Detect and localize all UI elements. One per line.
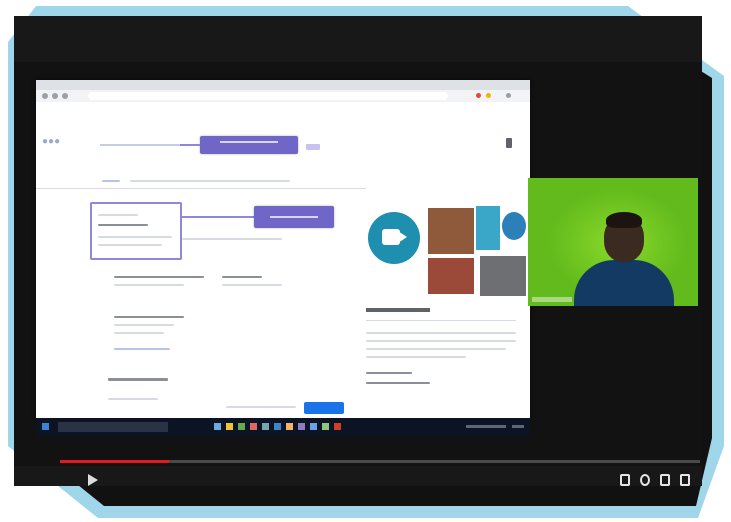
sitelink-text — [114, 324, 174, 326]
result-snippet — [182, 238, 282, 240]
gear-icon[interactable] — [640, 474, 650, 486]
sitelink-text — [114, 284, 184, 286]
panel-fact — [366, 372, 412, 374]
menu-icon[interactable] — [506, 93, 511, 98]
browser-address-bar[interactable] — [36, 90, 530, 102]
url-input[interactable] — [88, 92, 448, 100]
blue-action-button[interactable] — [304, 402, 344, 414]
extension-icon[interactable] — [486, 93, 491, 98]
question-item[interactable] — [108, 398, 158, 400]
app-icon[interactable] — [226, 423, 233, 430]
miniplayer-icon[interactable] — [660, 474, 670, 486]
people-also-ask-heading — [108, 378, 168, 381]
sitelink[interactable] — [222, 276, 262, 278]
progress-played — [60, 460, 169, 463]
highlighted-result[interactable] — [90, 202, 182, 260]
presenter-hair — [606, 212, 642, 228]
result-snippet — [98, 244, 162, 246]
image-thumbnail[interactable] — [428, 208, 474, 254]
sitelink[interactable] — [114, 316, 184, 318]
google-logo-icon[interactable]: ●●● — [42, 136, 60, 147]
image-thumbnail[interactable] — [428, 258, 474, 294]
sitelink-text — [222, 284, 282, 286]
back-icon[interactable] — [42, 93, 48, 99]
app-icon[interactable] — [262, 423, 269, 430]
sitelink-text — [114, 332, 164, 334]
system-tray[interactable] — [466, 425, 506, 428]
windows-taskbar — [36, 418, 530, 436]
more-results-link[interactable] — [114, 348, 170, 350]
results-tab[interactable] — [102, 180, 120, 182]
search-tabs[interactable] — [130, 180, 290, 182]
clock — [512, 425, 524, 428]
taskbar-search[interactable] — [58, 422, 168, 432]
divider — [366, 320, 516, 321]
sitelink[interactable] — [114, 276, 204, 278]
footer-text — [226, 406, 296, 408]
result-snippet — [98, 236, 172, 238]
image-thumbnail[interactable] — [476, 206, 500, 250]
account-icon[interactable] — [506, 138, 512, 148]
fullscreen-icon[interactable] — [680, 474, 690, 486]
app-icon[interactable] — [286, 423, 293, 430]
app-icon[interactable] — [238, 423, 245, 430]
image-thumbnail[interactable] — [502, 212, 526, 240]
annotation-callout — [200, 136, 298, 154]
annotation-callout — [254, 206, 334, 228]
callout-text — [219, 141, 279, 143]
panel-description — [366, 356, 466, 358]
app-icon[interactable] — [274, 423, 281, 430]
image-thumbnail[interactable] — [480, 256, 526, 296]
start-icon[interactable] — [42, 423, 49, 430]
presenter-name-tag — [532, 297, 572, 302]
result-title[interactable] — [98, 224, 148, 226]
subtitles-icon[interactable] — [620, 474, 630, 486]
panel-description — [366, 332, 516, 334]
app-icon[interactable] — [298, 423, 305, 430]
callout-connector — [180, 216, 256, 218]
callout-tail — [306, 144, 320, 150]
app-icon[interactable] — [214, 423, 221, 430]
app-icon[interactable] — [322, 423, 329, 430]
app-icon[interactable] — [250, 423, 257, 430]
app-icon[interactable] — [334, 423, 341, 430]
camera-lens-icon — [398, 231, 407, 243]
shared-browser-window: ●●● — [36, 80, 530, 418]
panel-description — [366, 340, 516, 342]
app-icon[interactable] — [310, 423, 317, 430]
panel-title — [366, 308, 430, 312]
reload-icon[interactable] — [62, 93, 68, 99]
browser-tab-bar[interactable] — [36, 80, 530, 90]
callout-connector — [180, 144, 200, 146]
panel-fact — [366, 382, 430, 384]
webcam-tile — [528, 178, 698, 306]
extension-icon[interactable] — [476, 93, 481, 98]
result-url — [98, 214, 138, 216]
play-icon[interactable] — [88, 474, 98, 486]
forward-icon[interactable] — [52, 93, 58, 99]
callout-text — [270, 216, 318, 218]
divider — [36, 188, 366, 189]
panel-description — [366, 348, 506, 350]
